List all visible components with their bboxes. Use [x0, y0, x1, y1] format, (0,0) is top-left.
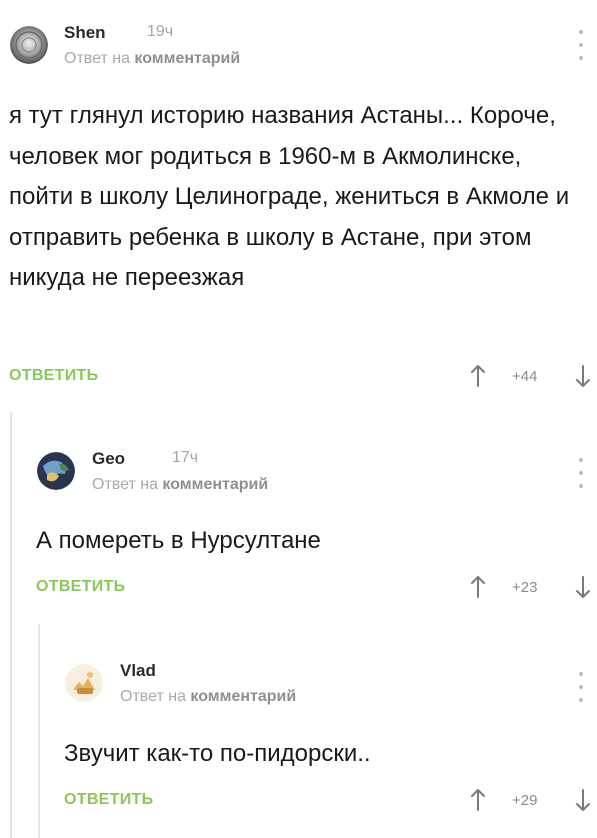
- reply-to-link[interactable]: комментарий: [190, 688, 296, 705]
- reply-to-link[interactable]: комментарий: [134, 50, 240, 67]
- avatar-image: [37, 452, 75, 490]
- arrow-up-icon[interactable]: [470, 575, 486, 599]
- comment-time: 17ч: [172, 449, 199, 466]
- reply-to-prefix: Ответ на: [92, 476, 158, 493]
- score: +23: [512, 579, 538, 596]
- reply-to-prefix: Ответ на: [120, 688, 186, 705]
- reply-to-label: Ответ на комментарий: [120, 688, 296, 706]
- arrow-up-icon[interactable]: [470, 788, 486, 812]
- reply-button[interactable]: ОТВЕТИТЬ: [36, 578, 125, 596]
- arrow-up-icon[interactable]: [470, 364, 486, 388]
- score: +29: [512, 792, 538, 809]
- author-name[interactable]: Geo: [92, 449, 125, 469]
- comment-shen: Shen 19ч Ответ на комментарий я тут глян…: [0, 0, 597, 400]
- reply-to-prefix: Ответ на: [64, 50, 130, 67]
- avatar[interactable]: [10, 26, 48, 64]
- comment-text: А помереть в Нурсултане: [36, 527, 321, 554]
- comment-geo: Geo 17ч Ответ на комментарий А помереть …: [0, 422, 597, 622]
- comment-time: 19ч: [147, 23, 174, 40]
- reply-button[interactable]: ОТВЕТИТЬ: [9, 367, 98, 385]
- arrow-down-icon[interactable]: [575, 788, 591, 812]
- comment-vlad: Vlad Ответ на комментарий Звучит как-то …: [0, 634, 597, 838]
- score: +44: [512, 368, 538, 385]
- arrow-down-icon[interactable]: [575, 364, 591, 388]
- more-vertical-icon[interactable]: [576, 458, 586, 488]
- avatar[interactable]: [37, 452, 75, 490]
- more-vertical-icon[interactable]: [576, 30, 586, 60]
- comment-text: я тут глянул историю названия Астаны... …: [9, 102, 570, 291]
- avatar-image: [65, 664, 103, 702]
- avatar-image: [10, 26, 48, 64]
- author-name[interactable]: Shen: [64, 23, 106, 43]
- reply-to-label: Ответ на комментарий: [64, 50, 240, 68]
- reply-to-label: Ответ на комментарий: [92, 476, 268, 494]
- arrow-down-icon[interactable]: [575, 575, 591, 599]
- reply-button[interactable]: ОТВЕТИТЬ: [64, 791, 153, 809]
- comment-text: Звучит как-то по-пидорски..: [64, 740, 371, 767]
- avatar[interactable]: [65, 664, 103, 702]
- more-vertical-icon[interactable]: [576, 672, 586, 702]
- author-name[interactable]: Vlad: [120, 661, 156, 681]
- reply-to-link[interactable]: комментарий: [162, 476, 268, 493]
